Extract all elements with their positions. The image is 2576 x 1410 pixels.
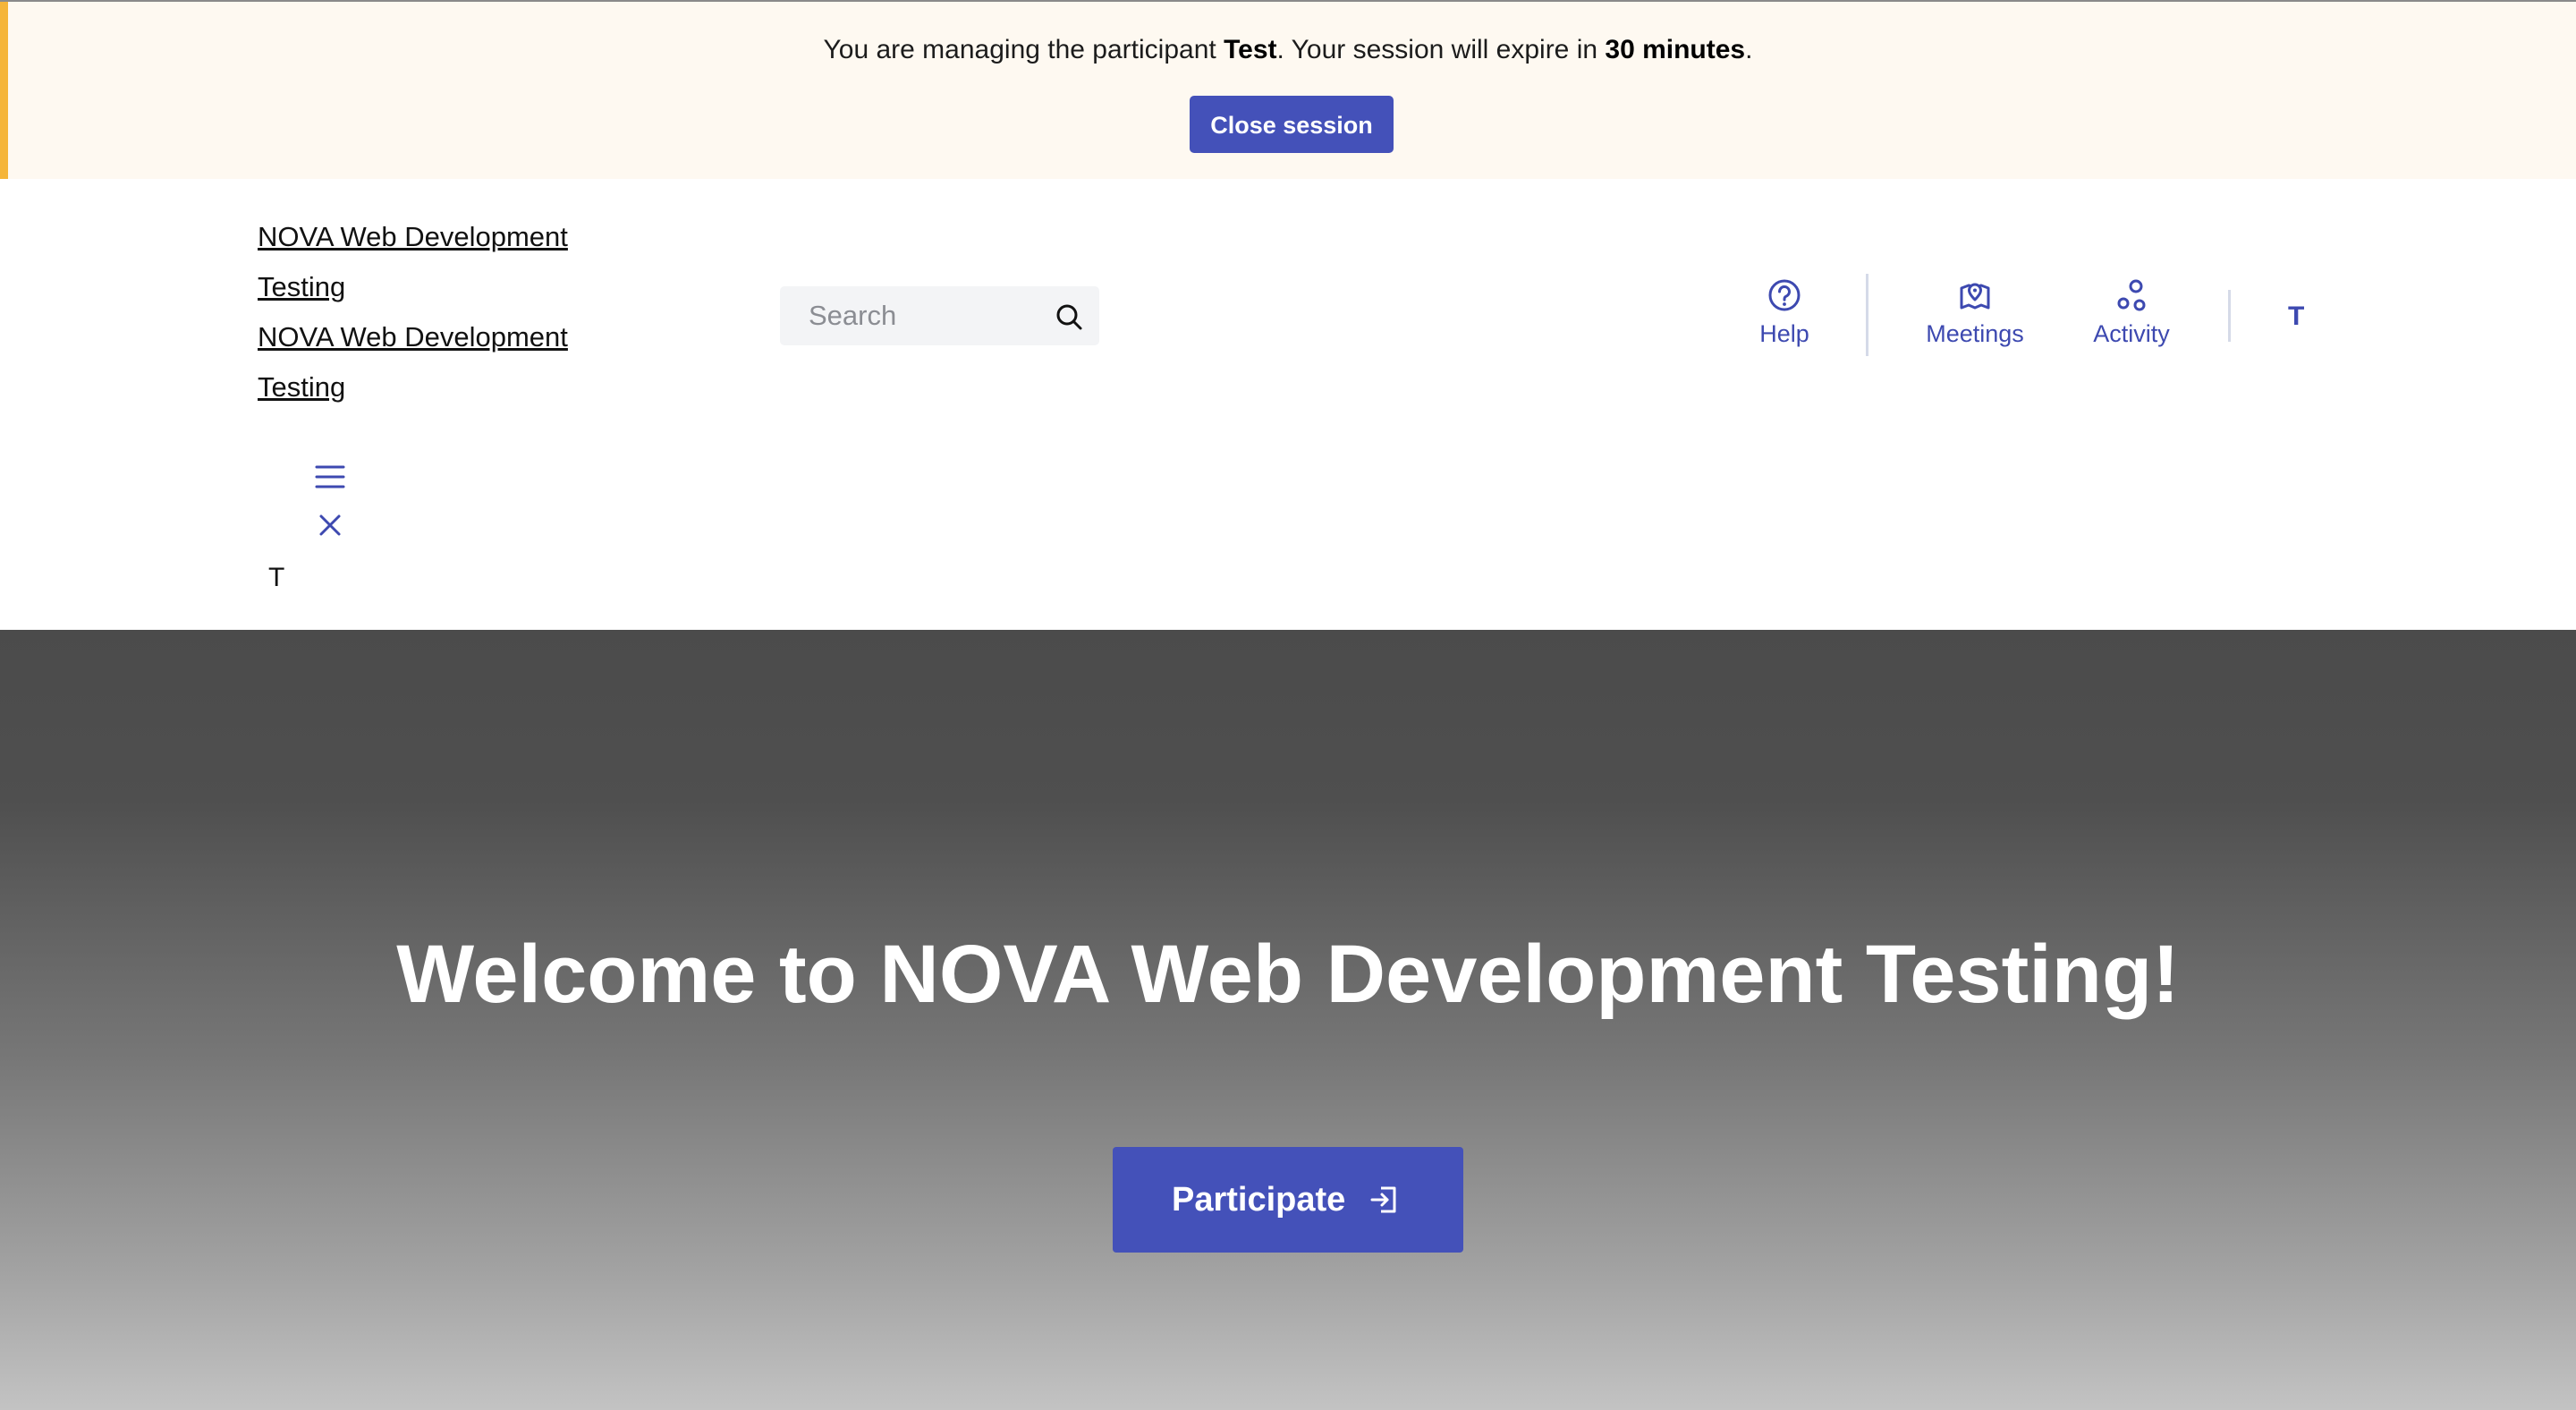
banner-text-suffix: . <box>1745 35 1753 64</box>
banner-session-duration: 30 minutes <box>1605 35 1746 64</box>
menu-icon[interactable] <box>315 462 345 492</box>
close-icon[interactable] <box>318 514 342 537</box>
nav-activity[interactable]: Activity <box>2082 277 2181 358</box>
nav-divider <box>1866 274 1868 356</box>
nav-divider-secondary <box>2228 290 2231 342</box>
org-name-link-line-2[interactable]: Testing <box>258 269 345 305</box>
participate-label: Participate <box>1172 1181 1346 1219</box>
hero-section: Welcome to NOVA Web Development Testing!… <box>0 630 2576 1410</box>
nav-meetings-label: Meetings <box>1926 320 2024 347</box>
banner-text-middle: . Your session will expire in <box>1276 35 1606 64</box>
nav-help-label: Help <box>1759 320 1809 347</box>
meetings-icon <box>1919 277 2031 313</box>
org-name-link-secondary[interactable]: NOVA Web Development <box>258 319 568 355</box>
mobile-user-initial[interactable]: T <box>268 560 284 596</box>
participate-button[interactable]: Participate <box>1113 1147 1463 1253</box>
banner-participant-name: Test <box>1224 35 1277 64</box>
close-session-button[interactable]: Close session <box>1190 96 1394 153</box>
banner-accent-bar <box>0 2 8 181</box>
activity-icon <box>2082 277 2181 313</box>
search-input[interactable] <box>780 286 1039 345</box>
org-name-link-secondary-line-2[interactable]: Testing <box>258 369 345 405</box>
impersonation-banner: You are managing the participant Test. Y… <box>0 0 2576 181</box>
nav-activity-label: Activity <box>2093 320 2170 347</box>
search-form <box>780 286 1099 345</box>
org-name-link[interactable]: NOVA Web Development <box>258 219 568 255</box>
hero-title: Welcome to NOVA Web Development Testing! <box>396 929 2180 1020</box>
banner-message: You are managing the participant Test. Y… <box>0 32 2576 68</box>
nav-meetings[interactable]: Meetings <box>1919 277 2031 358</box>
help-icon <box>1746 277 1823 313</box>
main-header: NOVA Web Development Testing NOVA Web De… <box>0 179 2576 630</box>
nav-help[interactable]: Help <box>1746 277 1823 358</box>
sign-in-icon <box>1368 1185 1399 1215</box>
search-icon[interactable] <box>1054 302 1084 332</box>
banner-text-prefix: You are managing the participant <box>823 35 1224 64</box>
user-avatar-initial[interactable]: T <box>2288 299 2306 335</box>
